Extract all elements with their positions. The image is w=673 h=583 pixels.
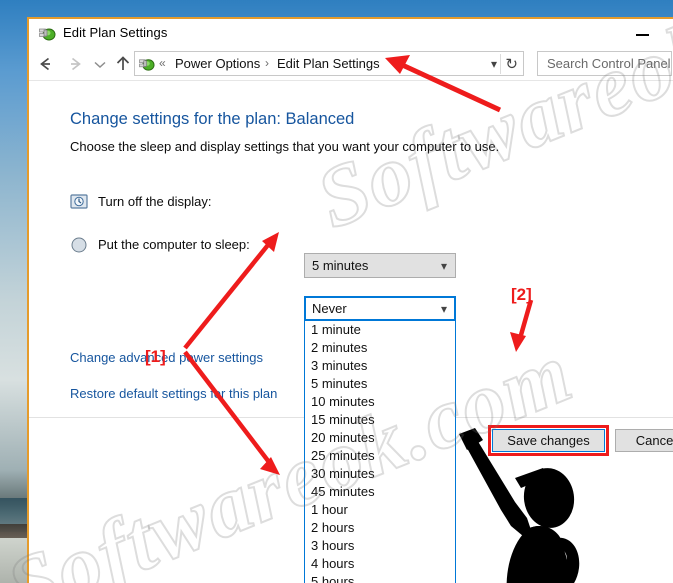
chevron-down-icon: ▾ [440, 259, 447, 273]
dropdown-option[interactable]: 20 minutes [305, 429, 455, 447]
sleep-timeout-dropdown-list[interactable]: 1 minute 2 minutes 3 minutes 5 minutes 10 mi… [304, 321, 456, 583]
dropdown-option[interactable]: 2 minutes [305, 339, 455, 357]
forward-arrow-icon[interactable] [63, 48, 87, 80]
sleep-timeout-select[interactable]: Never ▾ [304, 296, 456, 321]
breadcrumb-power-options[interactable]: Power Options [175, 56, 260, 71]
page-title: Change settings for the plan: Balanced [70, 110, 355, 128]
dropdown-option[interactable]: 2 hours [305, 519, 455, 537]
page-subtitle: Choose the sleep and display settings th… [70, 139, 500, 154]
display-monitor-icon [70, 193, 88, 211]
recent-pages-chevron-icon[interactable] [89, 48, 109, 80]
dropdown-option[interactable]: 4 hours [305, 555, 455, 573]
power-plug-icon [139, 56, 155, 72]
window-title: Edit Plan Settings [63, 25, 168, 40]
window-titlebar: Edit Plan Settings [29, 19, 673, 48]
edit-plan-settings-window: Edit Plan Settings « Power Options › Edi… [27, 17, 673, 583]
breadcrumb-separator-1: › [265, 56, 269, 70]
breadcrumb-separator-root: « [159, 56, 166, 70]
annotation-tag-2: [2] [511, 285, 532, 304]
chevron-down-icon: ▾ [440, 302, 447, 316]
power-plug-icon [39, 25, 56, 42]
stick-figure-illustration [453, 426, 643, 583]
link-restore-default-settings[interactable]: Restore default settings for this plan [70, 386, 277, 401]
dropdown-option[interactable]: 5 hours [305, 573, 455, 583]
dropdown-option[interactable]: 15 minutes [305, 411, 455, 429]
setting-label-display: Turn off the display: [98, 194, 212, 209]
back-arrow-icon[interactable] [34, 48, 58, 80]
dropdown-option[interactable]: 10 minutes [305, 393, 455, 411]
dropdown-option[interactable]: 30 minutes [305, 465, 455, 483]
display-timeout-select[interactable]: 5 minutes ▾ [304, 253, 456, 278]
dropdown-option[interactable]: 45 minutes [305, 483, 455, 501]
up-arrow-icon[interactable] [111, 48, 135, 80]
address-bar[interactable]: « Power Options › Edit Plan Settings ▾ ↻ [134, 51, 524, 76]
sleep-moon-icon [70, 236, 88, 254]
dropdown-option[interactable]: 25 minutes [305, 447, 455, 465]
chevron-down-icon[interactable]: ▾ [491, 57, 497, 71]
display-timeout-value: 5 minutes [312, 258, 369, 273]
content-area: Change settings for the plan: Balanced C… [29, 81, 673, 583]
search-input[interactable]: Search Control Panel [537, 51, 672, 76]
refresh-icon[interactable]: ↻ [505, 55, 518, 73]
minimize-button[interactable] [621, 19, 666, 48]
dropdown-option[interactable]: 1 minute [305, 321, 455, 339]
link-change-advanced-power-settings[interactable]: Change advanced power settings [70, 350, 263, 365]
dropdown-option[interactable]: 3 hours [305, 537, 455, 555]
sleep-timeout-value: Never [312, 301, 347, 316]
dropdown-option[interactable]: 3 minutes [305, 357, 455, 375]
setting-label-sleep: Put the computer to sleep: [98, 237, 250, 252]
breadcrumb-edit-plan-settings[interactable]: Edit Plan Settings [277, 56, 380, 71]
navigation-bar: « Power Options › Edit Plan Settings ▾ ↻… [29, 48, 673, 81]
dropdown-option[interactable]: 5 minutes [305, 375, 455, 393]
dropdown-option[interactable]: 1 hour [305, 501, 455, 519]
address-bar-divider [500, 54, 501, 74]
annotation-tag-1: [1] [145, 347, 166, 366]
search-placeholder: Search Control Panel [547, 56, 671, 71]
